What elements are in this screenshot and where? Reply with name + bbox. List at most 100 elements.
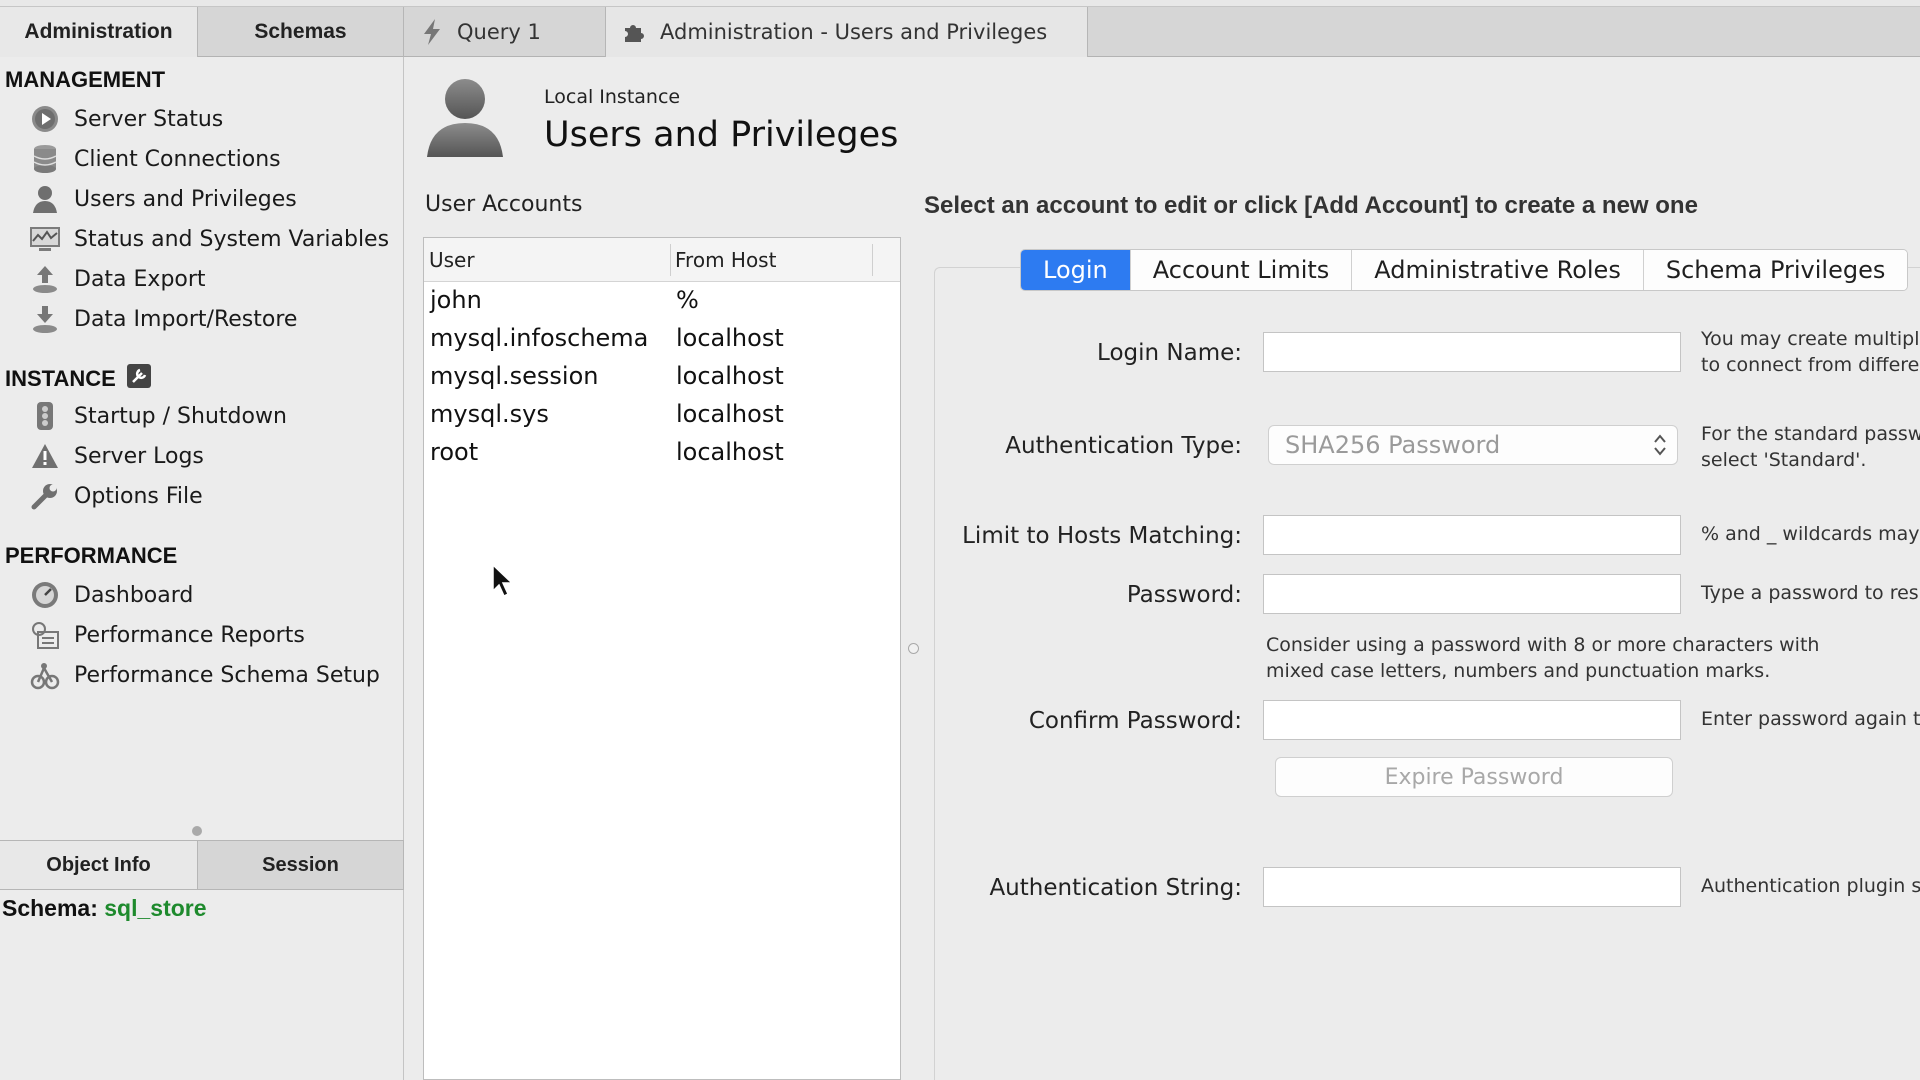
sidebar-item-startup-shutdown[interactable]: Startup / Shutdown — [28, 398, 287, 434]
sidebar-item-label: Performance Schema Setup — [74, 662, 380, 688]
main-content: Local Instance Users and Privileges User… — [405, 57, 1920, 1080]
cell-user: john — [430, 286, 482, 314]
sidebar-item-client-connections[interactable]: Client Connections — [28, 141, 281, 177]
auth-type-select[interactable]: SHA256 Password — [1268, 425, 1678, 465]
export-icon — [28, 263, 62, 295]
sidebar-item-schema-setup[interactable]: Performance Schema Setup — [28, 657, 380, 693]
note-line: select 'Standard'. — [1701, 449, 1867, 471]
password-hint: Consider using a password with 8 or more… — [1266, 632, 1819, 684]
schema-setup-icon — [28, 659, 62, 691]
pane-resize-handle[interactable] — [908, 643, 919, 654]
sidebar-item-status-variables[interactable]: Status and System Variables — [28, 221, 389, 257]
user-icon — [28, 183, 62, 215]
limit-hosts-input[interactable] — [1263, 515, 1681, 555]
confirm-password-label: Confirm Password: — [1028, 708, 1242, 734]
login-name-note: You may create multipl to connect from d… — [1701, 326, 1919, 378]
sidebar-item-options-file[interactable]: Options File — [28, 478, 203, 514]
confirm-password-input[interactable] — [1263, 700, 1681, 740]
cell-host: % — [676, 286, 699, 314]
puzzle-icon — [625, 25, 644, 42]
tab-schemas[interactable]: Schemas — [198, 7, 404, 57]
sidebar-item-label: Server Logs — [74, 443, 204, 469]
section-management-title: MANAGEMENT — [5, 67, 166, 92]
tab-schema-privileges[interactable]: Schema Privileges — [1643, 250, 1908, 290]
tab-administration[interactable]: Administration — [0, 7, 198, 57]
auth-type-value: SHA256 Password — [1285, 431, 1501, 459]
cell-user: mysql.sys — [430, 400, 549, 428]
auth-type-note: For the standard passw select 'Standard'… — [1701, 421, 1920, 473]
sidebar-item-users-privileges[interactable]: Users and Privileges — [28, 181, 297, 217]
import-icon — [28, 303, 62, 335]
column-header-user[interactable]: User — [429, 248, 475, 272]
sidebar-lower-tabs: Object Info Session — [0, 840, 404, 890]
sidebar-item-data-export[interactable]: Data Export — [28, 261, 206, 297]
play-circle-icon — [28, 103, 62, 135]
sidebar-item-server-status[interactable]: Server Status — [28, 101, 223, 137]
user-accounts-label: User Accounts — [425, 192, 583, 217]
top-line — [0, 0, 1920, 7]
schema-info: Schema: sql_store — [2, 895, 207, 922]
login-name-label: Login Name: — [1097, 340, 1242, 366]
editor-hint: Select an account to edit or click [Add … — [924, 192, 1698, 219]
column-divider — [670, 244, 671, 276]
password-input[interactable] — [1263, 574, 1681, 614]
sidebar-split-handle[interactable] — [192, 826, 202, 836]
sidebar-item-label: Data Export — [74, 266, 206, 292]
hint-line: Consider using a password with 8 or more… — [1266, 634, 1820, 656]
auth-string-label: Authentication String: — [989, 875, 1242, 901]
sidebar-item-label: Options File — [74, 483, 203, 509]
tab-object-info[interactable]: Object Info — [0, 841, 198, 889]
lightning-icon — [424, 19, 440, 45]
traffic-light-icon — [28, 400, 62, 432]
limit-hosts-label: Limit to Hosts Matching: — [962, 523, 1242, 549]
table-row[interactable]: john % — [424, 282, 900, 320]
auth-string-note: Authentication plugin s — [1701, 875, 1920, 897]
sidebar-item-label: Server Status — [74, 106, 224, 132]
tab-admin-users[interactable]: Administration - Users and Privileges — [606, 7, 1088, 57]
user-avatar-icon — [423, 75, 507, 163]
expire-password-button[interactable]: Expire Password — [1275, 757, 1673, 797]
sidebar-item-label: Data Import/Restore — [74, 306, 298, 332]
page-title: Users and Privileges — [544, 115, 899, 155]
table-row[interactable]: mysql.sys localhost — [424, 396, 900, 434]
hint-line: mixed case letters, numbers and punctuat… — [1266, 660, 1771, 682]
column-header-host[interactable]: From Host — [675, 248, 776, 272]
gauge-icon — [28, 579, 62, 611]
navigator-sidebar: MANAGEMENT Server Status Client Connecti… — [0, 57, 404, 1080]
sidebar-item-label: Users and Privileges — [74, 186, 297, 212]
sidebar-item-data-import[interactable]: Data Import/Restore — [28, 301, 297, 337]
sidebar-item-label: Client Connections — [74, 146, 281, 172]
table-header: User From Host — [424, 238, 900, 282]
top-bar: Administration Schemas Query 1 Administr… — [0, 0, 1920, 57]
database-icon — [28, 143, 62, 175]
instance-tool-icon[interactable] — [126, 363, 152, 395]
cell-user: mysql.session — [430, 362, 599, 390]
tab-administrative-roles[interactable]: Administrative Roles — [1352, 250, 1644, 290]
section-performance-title: PERFORMANCE — [5, 543, 178, 568]
select-arrows-icon — [1653, 432, 1667, 464]
schema-label: Schema: — [2, 895, 98, 921]
schema-value: sql_store — [104, 895, 207, 921]
wrench-icon — [28, 480, 62, 512]
sidebar-item-server-logs[interactable]: Server Logs — [28, 438, 204, 474]
password-note: Type a password to res — [1701, 582, 1919, 604]
monitor-icon — [28, 223, 62, 255]
sidebar-item-label: Startup / Shutdown — [74, 403, 287, 429]
login-name-input[interactable] — [1263, 332, 1681, 372]
note-line: For the standard passw — [1701, 423, 1920, 445]
cell-host: localhost — [676, 400, 784, 428]
cell-host: localhost — [676, 362, 784, 390]
tab-query-1[interactable]: Query 1 — [405, 7, 606, 57]
sidebar-item-dashboard[interactable]: Dashboard — [28, 577, 193, 613]
section-instance-title: INSTANCE — [5, 363, 152, 395]
auth-string-input[interactable] — [1263, 867, 1681, 907]
tab-session[interactable]: Session — [198, 841, 404, 889]
tab-login[interactable]: Login — [1021, 250, 1131, 290]
note-line: You may create multipl — [1701, 328, 1920, 350]
sidebar-item-label: Status and System Variables — [74, 226, 390, 252]
sidebar-item-performance-reports[interactable]: Performance Reports — [28, 617, 305, 653]
tab-account-limits[interactable]: Account Limits — [1130, 250, 1353, 290]
sidebar-item-label: Performance Reports — [74, 622, 305, 648]
section-instance-label: INSTANCE — [5, 366, 116, 391]
confirm-password-note: Enter password again t — [1701, 708, 1920, 730]
